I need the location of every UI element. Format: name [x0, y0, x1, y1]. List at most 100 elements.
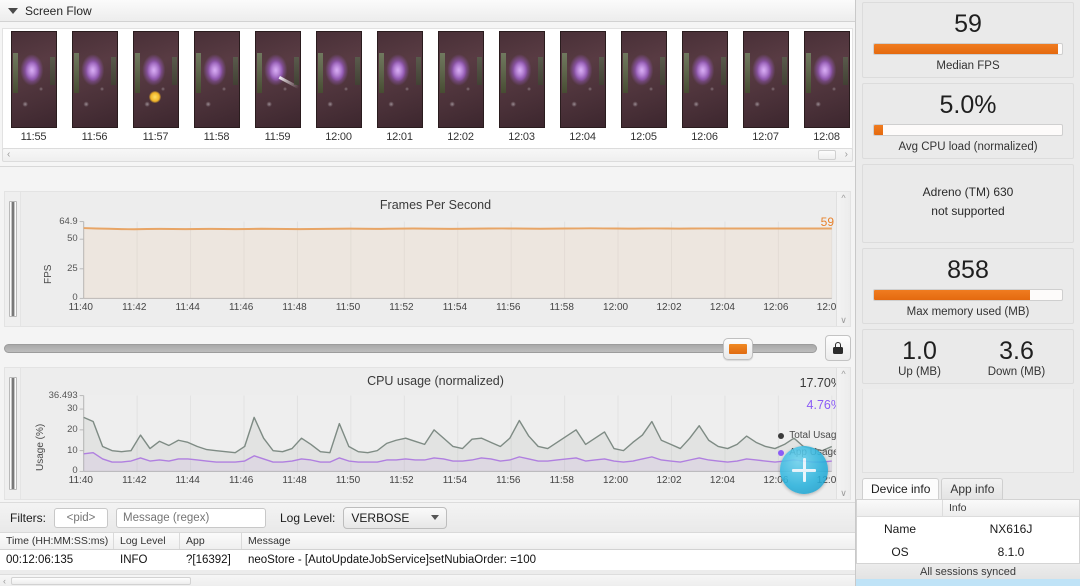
column-header-message[interactable]: Message	[242, 533, 855, 549]
max-memory-value: 858	[947, 256, 989, 284]
frame-thumbnail[interactable]	[193, 31, 240, 128]
triangle-down-icon[interactable]	[8, 7, 18, 14]
filmstrip-frame[interactable]: 12:06	[674, 29, 735, 149]
screen-flow-header[interactable]: Screen Flow	[0, 0, 855, 22]
frame-timestamp: 11:59	[264, 131, 291, 143]
median-fps-caption: Median FPS	[936, 60, 1000, 72]
main-panel: Screen Flow 11:55 11:56 11:57 11:58 11:59 12:…	[0, 0, 855, 586]
chevron-down-icon[interactable]	[431, 515, 440, 520]
frame-thumbnail[interactable]	[315, 31, 362, 128]
network-up: 1.0 Up (MB)	[871, 336, 968, 378]
fps-chart-drag-handle[interactable]	[5, 192, 21, 326]
legend-item-total-usage[interactable]: Total Usage	[778, 430, 842, 441]
logcat-scrollbar[interactable]: ‹	[0, 574, 855, 586]
fps-chart-body[interactable]: Frames Per Second FPS 64.9 50 25 0 11:40 11:…	[21, 192, 850, 326]
avg-cpu-caption: Avg CPU load (normalized)	[898, 141, 1038, 153]
x-tick-label: 12:00	[603, 475, 629, 487]
table-row[interactable]: 00:12:06:135 INFO ?[16392] neoStore - [A…	[0, 550, 855, 570]
filmstrip-frame[interactable]: 12:08	[796, 29, 852, 149]
chevron-down-icon[interactable]: ∨	[840, 487, 847, 499]
max-memory-bar	[873, 289, 1063, 301]
tab-device-info[interactable]: Device info	[862, 478, 940, 499]
frame-thumbnail[interactable]	[498, 31, 545, 128]
frame-thumbnail[interactable]	[437, 31, 484, 128]
network-card: 1.0 Up (MB) 3.6 Down (MB)	[862, 329, 1074, 384]
filmstrip-frame[interactable]: 12:02	[430, 29, 491, 149]
message-filter-input[interactable]	[116, 507, 266, 528]
timeline-slider[interactable]	[4, 337, 817, 360]
cpu-chart-body[interactable]: CPU usage (normalized) Usage (%) 36.493 3…	[21, 368, 850, 499]
filmstrip-frame[interactable]: 11:55	[3, 29, 64, 149]
x-tick-label: 11:52	[389, 475, 414, 487]
frame-thumbnail[interactable]	[742, 31, 789, 128]
tab-app-info[interactable]: App info	[941, 478, 1004, 499]
filmstrip-scrollbar[interactable]: ‹ ›	[2, 148, 853, 162]
x-tick-label: 11:40	[68, 475, 93, 487]
table-row[interactable]: OS 8.1.0	[857, 540, 1079, 563]
frame-timestamp: 12:06	[691, 131, 718, 143]
filmstrip-frame[interactable]: 11:58	[186, 29, 247, 149]
gpu-note: Adreno (TM) 630 not supported	[871, 171, 1065, 237]
filmstrip[interactable]: 11:55 11:56 11:57 11:58 11:59 12:00 12:01 12:02…	[2, 28, 853, 150]
legend-dot-total-icon	[778, 432, 785, 439]
pid-filter-input[interactable]	[54, 507, 108, 528]
log-app: ?[16392]	[186, 554, 231, 566]
chevron-right-icon[interactable]: ›	[841, 149, 852, 161]
median-fps-bar	[873, 43, 1063, 55]
avg-cpu-value: 5.0%	[939, 91, 997, 119]
filmstrip-frame[interactable]: 12:07	[735, 29, 796, 149]
status-bar: All sessions synced	[856, 563, 1080, 579]
scrollbar-thumb[interactable]	[818, 150, 836, 160]
x-tick-label: 12:04	[709, 302, 735, 314]
gpu-name: Adreno (TM) 630	[922, 185, 1014, 199]
screen-flow-filmstrip-panel: 11:55 11:56 11:57 11:58 11:59 12:00 12:01 12:02…	[0, 22, 855, 167]
filmstrip-frame[interactable]: 12:01	[369, 29, 430, 149]
chevron-down-icon[interactable]: ∨	[840, 314, 847, 326]
device-info-value-header: Info	[949, 502, 967, 514]
x-tick-label: 11:54	[442, 475, 468, 487]
frame-thumbnail[interactable]	[559, 31, 606, 128]
log-level-select[interactable]: VERBOSE	[343, 506, 448, 529]
x-tick-label: 11:50	[335, 302, 361, 314]
progress-strip	[856, 579, 1080, 586]
gpu-card: Adreno (TM) 630 not supported	[862, 164, 1074, 243]
chevron-up-icon[interactable]: ^	[841, 192, 845, 204]
column-header-app[interactable]: App	[180, 533, 242, 549]
timeline-slider-handle[interactable]	[722, 337, 753, 360]
fps-chart-scrollbar[interactable]: ^ ∨	[836, 192, 850, 326]
add-button[interactable]	[780, 446, 828, 494]
frame-thumbnail[interactable]	[132, 31, 179, 128]
frame-thumbnail[interactable]	[681, 31, 728, 128]
scrollbar-thumb[interactable]	[11, 576, 191, 585]
filmstrip-frame[interactable]: 12:04	[552, 29, 613, 149]
column-header-time[interactable]: Time (HH:MM:SS:ms)	[0, 533, 114, 549]
chevron-left-icon[interactable]: ‹	[3, 149, 14, 161]
legend-dot-app-icon	[778, 449, 785, 456]
filmstrip-frame[interactable]: 11:59	[247, 29, 308, 149]
frame-thumbnail[interactable]	[620, 31, 667, 128]
cpu-chart-drag-handle[interactable]	[5, 368, 21, 499]
filmstrip-frame[interactable]: 12:00	[308, 29, 369, 149]
frame-thumbnail[interactable]	[376, 31, 423, 128]
profiler-window: Screen Flow 11:55 11:56 11:57 11:58 11:59 12:…	[0, 0, 1080, 586]
filmstrip-frame[interactable]: 11:57	[125, 29, 186, 149]
filmstrip-frame[interactable]: 12:03	[491, 29, 552, 149]
frame-thumbnail[interactable]	[254, 31, 301, 128]
chevron-up-icon[interactable]: ^	[841, 368, 845, 380]
screen-flow-title: Screen Flow	[25, 3, 92, 18]
x-tick-label: 11:56	[496, 302, 521, 314]
lock-button[interactable]	[825, 335, 851, 361]
median-fps-card: 59 Median FPS	[862, 2, 1074, 78]
frame-thumbnail[interactable]	[10, 31, 57, 128]
logcat-filters-bar: Filters: Log Level: VERBOSE	[0, 502, 855, 532]
cpu-chart-scrollbar[interactable]: ^ ∨	[836, 368, 850, 499]
frame-thumbnail[interactable]	[803, 31, 850, 128]
chevron-left-icon[interactable]: ‹	[0, 576, 9, 586]
stats-cards: 59 Median FPS 5.0% Avg CPU load (normali…	[856, 0, 1080, 389]
y-tick-label: 64.9	[59, 215, 78, 227]
table-row[interactable]: Name NX616J	[857, 517, 1079, 540]
filmstrip-frame[interactable]: 12:05	[613, 29, 674, 149]
filmstrip-frame[interactable]: 11:56	[64, 29, 125, 149]
column-header-level[interactable]: Log Level	[114, 533, 180, 549]
frame-thumbnail[interactable]	[71, 31, 118, 128]
